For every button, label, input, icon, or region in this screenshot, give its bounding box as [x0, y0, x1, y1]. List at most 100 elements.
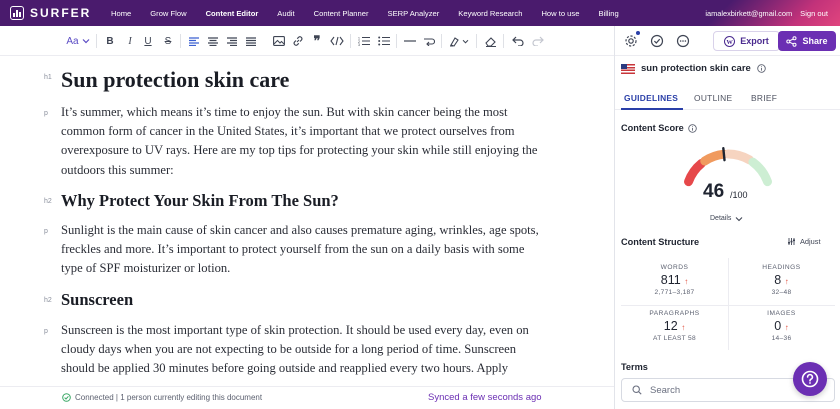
info-icon[interactable] [757, 64, 766, 73]
nav-item-serp-analyzer[interactable]: SERP Analyzer [388, 9, 440, 18]
text-style-label: Aa [66, 35, 79, 47]
tab-outline[interactable]: OUTLINE [694, 93, 732, 103]
logo[interactable]: SURFER [10, 6, 102, 20]
nav-item-audit[interactable]: Audit [277, 9, 294, 18]
block-marker: p [44, 328, 48, 335]
toolbar-divider [441, 34, 442, 48]
more-options-icon[interactable] [675, 33, 691, 49]
paragraph[interactable]: It’s summer, which means it’s time to en… [61, 103, 556, 180]
check-circle-icon[interactable] [649, 33, 665, 49]
svg-text:3: 3 [358, 43, 360, 46]
details-toggle[interactable]: Details [710, 215, 743, 222]
toolbar-divider [396, 34, 397, 48]
arrow-up-icon: ↑ [684, 277, 689, 286]
settings-icon[interactable] [623, 31, 640, 49]
align-right-icon[interactable] [226, 34, 238, 48]
arrow-up-icon: ↑ [681, 323, 686, 332]
underline-icon[interactable]: U [142, 34, 154, 48]
paragraph-line: Sunscreen is the most important type of … [61, 323, 529, 337]
search-icon [632, 385, 642, 395]
quote-icon[interactable]: ❞ [310, 33, 324, 48]
align-left-icon[interactable] [188, 34, 200, 48]
check-circle-icon [62, 393, 71, 402]
stat-range: 14–36 [771, 335, 792, 342]
stat-words: WORDS 811 ↑ 2,771–3,187 [621, 264, 728, 296]
undo-icon[interactable] [511, 34, 525, 48]
content-score-gauge [684, 147, 772, 187]
sign-out-link[interactable]: Sign out [800, 9, 828, 18]
document-title[interactable]: Sun protection skin care [61, 67, 556, 93]
formatting-toolbar: Aa B I U S ❞ 123 [0, 26, 614, 56]
paragraph-line: cloudy days when you are not expecting t… [61, 342, 517, 357]
question-icon [801, 370, 819, 388]
strikethrough-icon[interactable]: S [162, 34, 174, 48]
stat-range: 32–48 [771, 289, 792, 296]
structure-stats: WORDS 811 ↑ 2,771–3,187 HEADINGS 8 ↑ 32–… [621, 258, 835, 350]
info-icon[interactable] [688, 123, 697, 133]
paragraph[interactable]: Sunscreen is the most important type of … [61, 321, 556, 379]
top-nav: SURFER Home Grow Flow Content Editor Aud… [0, 0, 840, 26]
share-label: Share [802, 36, 828, 46]
nav-item-how-to-use[interactable]: How to use [541, 9, 579, 18]
nav-items: Home Grow Flow Content Editor Audit Cont… [102, 9, 619, 18]
gauge-segment-top [748, 157, 772, 187]
nav-item-keyword-research[interactable]: Keyword Research [458, 9, 522, 18]
gauge-segment-mid [700, 149, 729, 166]
text-style-dropdown[interactable]: Aa [64, 34, 92, 48]
wordpress-icon: W [724, 35, 736, 47]
code-icon[interactable] [329, 34, 345, 48]
gauge-needle [722, 147, 726, 162]
highlight-dropdown[interactable] [448, 34, 470, 48]
stat-value: 811 ↑ [621, 273, 728, 287]
horizontal-rule-icon[interactable] [403, 34, 417, 48]
arrow-up-icon: ↑ [784, 277, 789, 286]
toolbar-divider [96, 34, 97, 48]
export-button[interactable]: W Export [713, 31, 780, 51]
stat-headings: HEADINGS 8 ↑ 32–48 [728, 264, 835, 296]
content-score-title: Content Score [621, 123, 697, 133]
stat-number: 8 [774, 273, 782, 287]
connection-status: Connected | 1 person currently editing t… [62, 393, 262, 402]
chevron-down-icon [736, 216, 743, 221]
heading-h2[interactable]: Sunscreen [61, 290, 556, 310]
gauge-segment-high [723, 149, 755, 165]
redo-icon[interactable] [531, 34, 545, 48]
adjust-label: Adjust [800, 237, 821, 246]
numbered-list-icon[interactable]: 123 [357, 34, 371, 48]
nav-item-content-editor[interactable]: Content Editor [206, 9, 259, 18]
bold-icon[interactable]: B [104, 34, 116, 48]
block-marker: h2 [44, 198, 52, 205]
panel-tabs: GUIDELINES OUTLINE BRIEF [615, 86, 840, 110]
paragraph-line: common form of cancer in the United Stat… [61, 124, 515, 139]
tab-guidelines[interactable]: GUIDELINES [624, 93, 678, 103]
editor-canvas[interactable]: h1 Sun protection skin care p It’s summe… [0, 56, 614, 386]
nav-item-billing[interactable]: Billing [598, 9, 618, 18]
stat-number: 811 [660, 273, 681, 287]
help-chat-button[interactable] [793, 362, 827, 396]
align-center-icon[interactable] [207, 34, 219, 48]
toolbar-divider [503, 34, 504, 48]
nav-item-grow-flow[interactable]: Grow Flow [150, 9, 186, 18]
tab-brief[interactable]: BRIEF [751, 93, 777, 103]
share-icon [786, 35, 797, 47]
paragraph-line: freckles and more. It’s important to pro… [61, 242, 525, 257]
nav-item-home[interactable]: Home [111, 9, 131, 18]
image-icon[interactable] [272, 34, 286, 48]
link-icon[interactable] [291, 34, 305, 48]
align-justify-icon[interactable] [245, 34, 257, 48]
bulleted-list-icon[interactable] [377, 34, 391, 48]
chevron-down-icon [462, 39, 469, 43]
keyword-row: sun protection skin care [621, 63, 766, 74]
toolbar-divider [180, 34, 181, 48]
italic-icon[interactable]: I [124, 34, 136, 48]
heading-h2[interactable]: Why Protect Your Skin From The Sun? [61, 191, 556, 211]
hard-break-icon[interactable] [422, 34, 436, 48]
share-button[interactable]: Share [778, 31, 836, 51]
paragraph[interactable]: Sunlight is the main cause of skin cance… [61, 221, 556, 279]
clear-format-icon[interactable] [484, 34, 498, 48]
block-marker: h1 [44, 74, 52, 81]
nav-item-content-planner[interactable]: Content Planner [314, 9, 369, 18]
arrow-up-icon: ↑ [784, 323, 789, 332]
adjust-button[interactable]: Adjust [787, 237, 821, 246]
content-score-max: /100 [730, 190, 748, 200]
